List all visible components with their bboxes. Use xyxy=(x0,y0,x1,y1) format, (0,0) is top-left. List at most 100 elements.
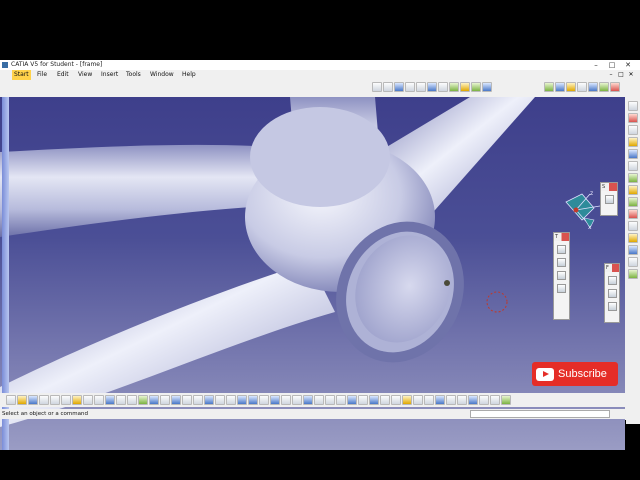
toolbar-icon[interactable] xyxy=(588,82,598,92)
rotate-icon[interactable] xyxy=(226,395,236,405)
doc-minimize-button[interactable]: – xyxy=(606,70,616,80)
toolbar-icon[interactable] xyxy=(628,185,638,195)
toolbar-icon[interactable] xyxy=(391,395,401,405)
toolbar-icon[interactable] xyxy=(372,82,382,92)
toolbar-icon[interactable] xyxy=(438,82,448,92)
toolbar-header[interactable]: S xyxy=(601,183,617,191)
toolbar-icon[interactable] xyxy=(281,395,291,405)
toolbar-icon[interactable] xyxy=(182,395,192,405)
copy-icon[interactable] xyxy=(61,395,71,405)
toolbar-icon[interactable] xyxy=(599,82,609,92)
toolbar-icon[interactable] xyxy=(303,395,313,405)
toolbar-icon[interactable] xyxy=(380,395,390,405)
subscribe-button[interactable]: Subscribe xyxy=(532,362,618,386)
toolbar-icon[interactable] xyxy=(402,395,412,405)
toolbar-icon[interactable] xyxy=(628,173,638,183)
toolbar-icon[interactable] xyxy=(628,125,638,135)
toolbar-icon[interactable] xyxy=(482,82,492,92)
toolbar-icon[interactable] xyxy=(424,395,434,405)
toolbar-icon[interactable] xyxy=(347,395,357,405)
toolbar-icon[interactable] xyxy=(292,395,302,405)
maximize-button[interactable]: □ xyxy=(604,60,620,70)
toolbar-icon[interactable] xyxy=(628,245,638,255)
toolbar-icon[interactable] xyxy=(566,82,576,92)
grid-icon[interactable] xyxy=(557,271,566,280)
minimize-button[interactable]: – xyxy=(588,60,604,70)
toolbar-icon[interactable] xyxy=(127,395,137,405)
toolbar-icon[interactable] xyxy=(628,149,638,159)
print-icon[interactable] xyxy=(39,395,49,405)
toolbar-icon[interactable] xyxy=(628,269,638,279)
toolbar-icon[interactable] xyxy=(116,395,126,405)
toolbar-icon[interactable] xyxy=(383,82,393,92)
toolbar-icon[interactable] xyxy=(314,395,324,405)
toolbar-header[interactable]: T xyxy=(554,233,569,241)
tool-icon[interactable] xyxy=(557,284,566,293)
toolbar-icon[interactable] xyxy=(628,101,638,111)
toolbar-header[interactable]: F xyxy=(605,264,619,272)
compass-widget[interactable]: z y x xyxy=(560,190,605,235)
cut-icon[interactable] xyxy=(50,395,60,405)
tool-icon[interactable] xyxy=(557,258,566,267)
zoom-out-icon[interactable] xyxy=(248,395,258,405)
toolbar-icon[interactable] xyxy=(555,82,565,92)
toolbar-icon[interactable] xyxy=(628,233,638,243)
toolbar-icon[interactable] xyxy=(336,395,346,405)
toolbar-icon[interactable] xyxy=(435,395,445,405)
undo-icon[interactable] xyxy=(83,395,93,405)
toolbar-icon[interactable] xyxy=(405,82,415,92)
toolbar-icon[interactable] xyxy=(628,221,638,231)
toolbar-icon[interactable] xyxy=(460,82,470,92)
toolbar-icon[interactable] xyxy=(413,395,423,405)
toolbar-icon[interactable] xyxy=(427,82,437,92)
toolbar-icon[interactable] xyxy=(369,395,379,405)
doc-close-button[interactable]: ✕ xyxy=(626,70,636,80)
paste-icon[interactable] xyxy=(72,395,82,405)
toolbar-icon[interactable] xyxy=(138,395,148,405)
toolbar-icon[interactable] xyxy=(149,395,159,405)
point-icon[interactable] xyxy=(607,276,617,285)
toolbar-icon[interactable] xyxy=(160,395,170,405)
toolbar-icon[interactable] xyxy=(628,209,638,219)
toolbar-icon[interactable] xyxy=(193,395,203,405)
toolbar-icon[interactable] xyxy=(457,395,467,405)
normal-view-icon[interactable] xyxy=(259,395,269,405)
menu-tools[interactable]: Tools xyxy=(124,70,143,80)
toolbar-icon[interactable] xyxy=(544,82,554,92)
menu-file[interactable]: File xyxy=(35,70,49,80)
iso-view-icon[interactable] xyxy=(270,395,280,405)
close-button[interactable]: ✕ xyxy=(620,60,636,70)
toolbar-icon[interactable] xyxy=(468,395,478,405)
toolbar-icon[interactable] xyxy=(394,82,404,92)
command-input[interactable] xyxy=(470,410,610,418)
toolbar-icon[interactable] xyxy=(446,395,456,405)
toolbar-icon[interactable] xyxy=(479,395,489,405)
toolbar-icon[interactable] xyxy=(501,395,511,405)
menu-insert[interactable]: Insert xyxy=(99,70,120,80)
toolbar-icon[interactable] xyxy=(171,395,181,405)
open-icon[interactable] xyxy=(17,395,27,405)
plane-icon[interactable] xyxy=(607,302,617,311)
zoom-in-icon[interactable] xyxy=(237,395,247,405)
toolbar-icon[interactable] xyxy=(490,395,500,405)
doc-restore-button[interactable]: □ xyxy=(616,70,626,80)
toolbar-icon[interactable] xyxy=(628,161,638,171)
fit-all-icon[interactable] xyxy=(204,395,214,405)
toolbar-icon[interactable] xyxy=(577,82,587,92)
save-icon[interactable] xyxy=(28,395,38,405)
toolbar-icon[interactable] xyxy=(628,197,638,207)
tool-icon[interactable] xyxy=(557,245,566,254)
toolbar-icon[interactable] xyxy=(610,82,620,92)
toolbar-icon[interactable] xyxy=(449,82,459,92)
toolbar-icon[interactable] xyxy=(628,257,638,267)
line-icon[interactable] xyxy=(607,289,617,298)
help-icon[interactable] xyxy=(105,395,115,405)
sketch-icon[interactable] xyxy=(604,195,614,204)
toolbar-icon[interactable] xyxy=(471,82,481,92)
new-icon[interactable] xyxy=(6,395,16,405)
toolbar-icon[interactable] xyxy=(325,395,335,405)
menu-edit[interactable]: Edit xyxy=(55,70,71,80)
menu-start[interactable]: Start xyxy=(12,70,31,80)
pan-icon[interactable] xyxy=(215,395,225,405)
menu-window[interactable]: Window xyxy=(148,70,176,80)
